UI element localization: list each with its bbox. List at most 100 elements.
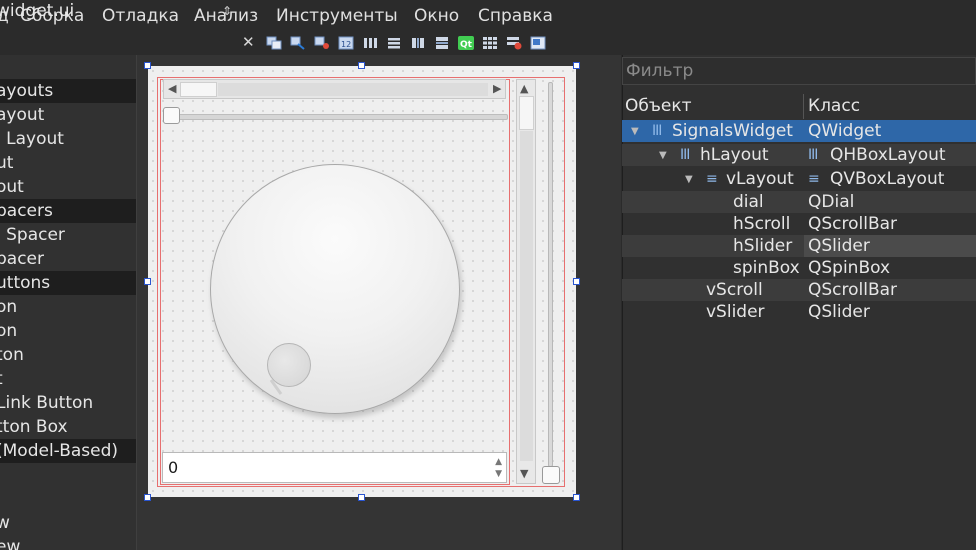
- layout-grid-icon[interactable]: [482, 36, 498, 50]
- widget-category[interactable]: (Model-Based): [0, 439, 136, 463]
- dial-widget[interactable]: [210, 164, 460, 414]
- vscroll-trough[interactable]: [520, 131, 533, 461]
- tree-row-vlayout[interactable]: ▼ ≡ vLayout ≡ QVBoxLayout: [622, 168, 976, 190]
- widget-item[interactable]: on: [0, 295, 136, 319]
- resize-handle-left[interactable]: [144, 278, 151, 285]
- widget-item-label: ayout: [0, 105, 45, 125]
- widget-item[interactable]: tton Box: [0, 415, 136, 439]
- menu-help[interactable]: Справка: [478, 6, 553, 26]
- tree-row-hlayout[interactable]: ▼ III hLayout III QHBoxLayout: [622, 144, 976, 166]
- scroll-right-arrow-icon[interactable]: ▶: [493, 82, 501, 95]
- widget-item[interactable]: ut: [0, 151, 136, 175]
- widget-category-label: uttons: [0, 273, 51, 293]
- widget-item[interactable]: ew: [0, 535, 136, 550]
- vslider-groove[interactable]: [548, 82, 553, 467]
- tree-row-vslider[interactable]: vSlider QSlider: [622, 301, 976, 323]
- scroll-left-arrow-icon[interactable]: ◀: [168, 82, 176, 95]
- column-header-class[interactable]: Класс: [808, 94, 860, 119]
- resize-handle-right[interactable]: [573, 278, 580, 285]
- widget-item-label: pacer: [0, 249, 45, 269]
- spinbox-widget[interactable]: 0 ▲ ▼: [162, 452, 507, 483]
- layout-icon: III: [680, 147, 690, 163]
- edit-signals-icon[interactable]: [290, 36, 306, 50]
- hscroll-trough[interactable]: [218, 83, 488, 96]
- close-document-icon[interactable]: ✕: [242, 33, 255, 51]
- class-name: QSpinBox: [808, 258, 891, 278]
- widget-item[interactable]: out: [0, 175, 136, 199]
- break-layout-icon[interactable]: [506, 36, 522, 50]
- layout-vertical-icon[interactable]: [386, 36, 402, 50]
- resize-handle-bottom-right[interactable]: [573, 494, 580, 501]
- widget-item-label: ew: [0, 537, 21, 550]
- layout-horizontal-icon[interactable]: [362, 36, 378, 50]
- widget-category[interactable]: pacers: [0, 199, 136, 223]
- tree-row-hslider[interactable]: hSlider QSlider: [622, 235, 976, 257]
- spin-down-arrow-icon[interactable]: ▼: [495, 469, 502, 479]
- layout-icon: III: [652, 123, 662, 139]
- tree-row-vscroll[interactable]: vScroll QScrollBar: [622, 279, 976, 301]
- widget-item[interactable]: [0, 463, 136, 487]
- qt-icon[interactable]: Qt: [458, 36, 474, 50]
- widget-item[interactable]: [0, 487, 136, 511]
- widget-item[interactable]: ton: [0, 343, 136, 367]
- widget-item-label: l Layout: [0, 129, 64, 149]
- class-layout-icon: III: [808, 147, 818, 163]
- widget-item[interactable]: w: [0, 511, 136, 535]
- widget-item-label: Link Button: [0, 393, 94, 413]
- resize-handle-bottom-left[interactable]: [144, 494, 151, 501]
- expand-arrow-icon[interactable]: ▼: [685, 169, 693, 191]
- widget-item[interactable]: pacer: [0, 247, 136, 271]
- widget-item[interactable]: ayout: [0, 103, 136, 127]
- widget-box-panel: ayouts ayout l Layout ut out pacers l Spacer pa…: [0, 55, 137, 550]
- widget-item-label: w: [0, 511, 10, 535]
- tree-row-hscroll[interactable]: hScroll QScrollBar: [622, 213, 976, 235]
- hscroll-widget[interactable]: ◀ ▶: [163, 79, 506, 99]
- svg-text:Qt: Qt: [460, 40, 473, 50]
- class-name: QScrollBar: [808, 280, 898, 300]
- menu-tools[interactable]: Инструменты: [276, 6, 398, 26]
- resize-handle-top-left[interactable]: [144, 62, 151, 69]
- widget-item[interactable]: on: [0, 319, 136, 343]
- vscroll-widget[interactable]: ▲ ▼: [516, 79, 536, 484]
- widget-category-label: (Model-Based): [0, 441, 119, 461]
- widget-item[interactable]: l Layout: [0, 127, 136, 151]
- dial-pointer-mark: [269, 379, 283, 395]
- widget-item[interactable]: l Spacer: [0, 223, 136, 247]
- layout-v-splitter-icon[interactable]: [434, 36, 450, 50]
- vscroll-handle[interactable]: [519, 96, 534, 130]
- column-separator[interactable]: [803, 94, 804, 119]
- tree-row-signalswidget[interactable]: ▼ III SignalsWidget QWidget: [622, 120, 976, 142]
- widget-category[interactable]: uttons: [0, 271, 136, 295]
- edit-buddies-icon[interactable]: [314, 36, 330, 50]
- class-name: QHBoxLayout: [830, 145, 946, 165]
- widget-category[interactable]: ayouts: [0, 79, 136, 103]
- scroll-up-arrow-icon[interactable]: ▲: [520, 82, 528, 95]
- layout-h-splitter-icon[interactable]: [410, 36, 426, 50]
- open-file-combo[interactable]: widget.ui ⇕: [0, 1, 232, 21]
- vslider-handle[interactable]: [542, 466, 560, 484]
- adjust-size-icon[interactable]: [530, 36, 546, 50]
- hslider-handle[interactable]: [163, 107, 180, 124]
- tree-row-dial[interactable]: dial QDial: [622, 191, 976, 213]
- scroll-down-arrow-icon[interactable]: ▼: [520, 467, 528, 480]
- edit-widgets-icon[interactable]: [266, 36, 282, 50]
- column-header-object[interactable]: Объект: [625, 94, 692, 119]
- expand-arrow-icon[interactable]: ▼: [631, 121, 639, 143]
- widget-item[interactable]: Link Button: [0, 391, 136, 415]
- widget-item-label: tton Box: [0, 417, 68, 437]
- hscroll-handle[interactable]: [180, 82, 217, 97]
- hslider-groove[interactable]: [170, 114, 508, 120]
- filter-input[interactable]: Фильтр: [622, 57, 976, 85]
- svg-text:12: 12: [341, 40, 351, 49]
- expand-arrow-icon[interactable]: ▼: [659, 145, 667, 167]
- menu-window[interactable]: Окно: [414, 6, 459, 26]
- resize-handle-bottom[interactable]: [358, 494, 365, 501]
- edit-tab-order-icon[interactable]: 12: [338, 36, 354, 50]
- widget-category-label: ayouts: [0, 81, 54, 101]
- tree-row-spinbox[interactable]: spinBox QSpinBox: [622, 257, 976, 279]
- widget-item[interactable]: t: [0, 367, 136, 391]
- resize-handle-top[interactable]: [358, 62, 365, 69]
- widget-category-label: pacers: [0, 201, 53, 221]
- resize-handle-top-right[interactable]: [573, 62, 580, 69]
- spin-up-arrow-icon[interactable]: ▲: [495, 457, 502, 467]
